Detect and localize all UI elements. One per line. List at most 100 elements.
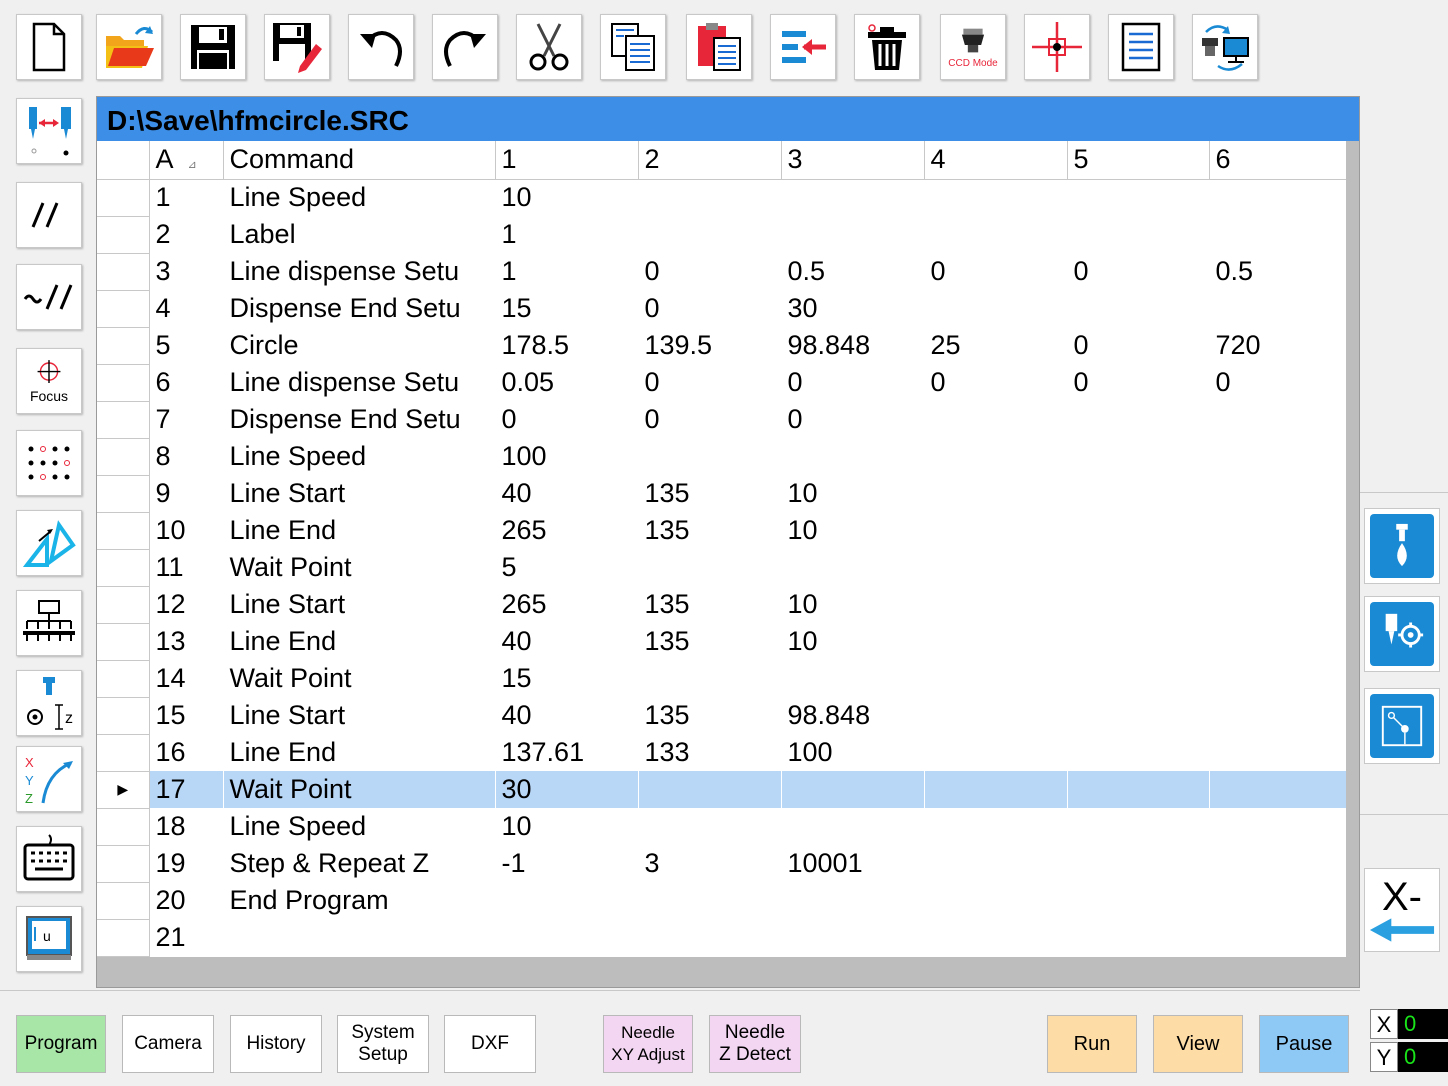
- xyz-path-button[interactable]: XYZ: [16, 746, 82, 812]
- table-row[interactable]: 6 Line dispense Setu 0.05 0 0 0 0 0: [97, 364, 1347, 402]
- program-tab-button[interactable]: Program: [16, 1015, 106, 1073]
- tree-button[interactable]: [16, 590, 82, 656]
- param-6-cell[interactable]: [1209, 179, 1347, 216]
- focus-button[interactable]: Focus: [16, 348, 82, 414]
- param-4-cell[interactable]: [924, 179, 1068, 216]
- param-6-cell[interactable]: [1209, 697, 1347, 734]
- row-index-cell[interactable]: 19: [149, 845, 224, 882]
- param-2-cell[interactable]: [638, 660, 782, 697]
- param-1-cell[interactable]: 265: [495, 586, 639, 623]
- param-5-cell[interactable]: [1067, 549, 1210, 586]
- param-5-cell[interactable]: [1067, 179, 1210, 216]
- param-3-cell[interactable]: [781, 216, 925, 253]
- param-3-cell[interactable]: 98.848: [781, 697, 925, 734]
- param-2-cell[interactable]: 135: [638, 475, 782, 512]
- table-row[interactable]: 8 Line Speed 100: [97, 438, 1347, 476]
- param-6-cell[interactable]: [1209, 512, 1347, 549]
- param-1-cell[interactable]: 137.61: [495, 734, 639, 771]
- table-row[interactable]: 4 Dispense End Setu 15 0 30: [97, 290, 1347, 328]
- param-4-cell[interactable]: [924, 401, 1068, 438]
- run-button[interactable]: Run: [1047, 1015, 1137, 1073]
- command-cell[interactable]: Circle: [223, 327, 496, 364]
- row-index-cell[interactable]: 14: [149, 660, 224, 697]
- parallel-lines-button[interactable]: [16, 182, 82, 248]
- param-4-cell[interactable]: [924, 845, 1068, 882]
- row-selector[interactable]: ▶: [97, 771, 150, 809]
- column-header-5[interactable]: 5: [1067, 141, 1210, 180]
- param-3-cell[interactable]: [781, 771, 925, 808]
- param-2-cell[interactable]: 139.5: [638, 327, 782, 364]
- row-index-cell[interactable]: 2: [149, 216, 224, 253]
- param-2-cell[interactable]: 135: [638, 697, 782, 734]
- param-4-cell[interactable]: [924, 216, 1068, 253]
- row-selector[interactable]: [97, 253, 150, 291]
- param-4-cell[interactable]: [924, 290, 1068, 327]
- param-2-cell[interactable]: 133: [638, 734, 782, 771]
- command-cell[interactable]: Wait Point: [223, 660, 496, 697]
- needle-z-button[interactable]: z: [16, 670, 82, 736]
- param-1-cell[interactable]: 40: [495, 623, 639, 660]
- param-2-cell[interactable]: [638, 808, 782, 845]
- param-5-cell[interactable]: 0: [1067, 364, 1210, 401]
- table-row[interactable]: 3 Line dispense Setu 1 0 0.5 0 0 0.5: [97, 253, 1347, 291]
- param-1-cell[interactable]: 1: [495, 253, 639, 290]
- param-6-cell[interactable]: 0.5: [1209, 253, 1347, 290]
- row-index-cell[interactable]: 10: [149, 512, 224, 549]
- row-selector[interactable]: [97, 549, 150, 587]
- row-index-cell[interactable]: 17: [149, 771, 224, 808]
- command-cell[interactable]: Line End: [223, 734, 496, 771]
- param-6-cell[interactable]: [1209, 771, 1347, 808]
- param-4-cell[interactable]: [924, 919, 1068, 956]
- paste-button[interactable]: [686, 14, 752, 80]
- command-cell[interactable]: Dispense End Setu: [223, 401, 496, 438]
- param-5-cell[interactable]: [1067, 216, 1210, 253]
- table-row[interactable]: 12 Line Start 265 135 10: [97, 586, 1347, 624]
- param-4-cell[interactable]: [924, 512, 1068, 549]
- vertical-scrollbar[interactable]: [1346, 141, 1359, 987]
- param-1-cell[interactable]: 100: [495, 438, 639, 475]
- param-5-cell[interactable]: 0: [1067, 327, 1210, 364]
- row-selector[interactable]: [97, 660, 150, 698]
- param-4-cell[interactable]: [924, 882, 1068, 919]
- view-button[interactable]: View: [1153, 1015, 1243, 1073]
- row-selector[interactable]: [97, 438, 150, 476]
- command-cell[interactable]: Line Speed: [223, 808, 496, 845]
- row-index-cell[interactable]: 13: [149, 623, 224, 660]
- table-row[interactable]: 9 Line Start 40 135 10: [97, 475, 1347, 513]
- command-cell[interactable]: Line dispense Setu: [223, 364, 496, 401]
- table-row[interactable]: 19 Step & Repeat Z -1 3 10001: [97, 845, 1347, 883]
- param-5-cell[interactable]: [1067, 401, 1210, 438]
- param-3-cell[interactable]: [781, 438, 925, 475]
- table-row[interactable]: 11 Wait Point 5: [97, 549, 1347, 587]
- table-row[interactable]: 7 Dispense End Setu 0 0 0: [97, 401, 1347, 439]
- param-5-cell[interactable]: [1067, 771, 1210, 808]
- param-6-cell[interactable]: [1209, 216, 1347, 253]
- table-row[interactable]: ▶ 17 Wait Point 30: [97, 771, 1347, 809]
- table-row[interactable]: 2 Label 1: [97, 216, 1347, 254]
- command-cell[interactable]: Wait Point: [223, 549, 496, 586]
- param-3-cell[interactable]: [781, 179, 925, 216]
- param-5-cell[interactable]: [1067, 808, 1210, 845]
- param-6-cell[interactable]: [1209, 882, 1347, 919]
- param-6-cell[interactable]: [1209, 586, 1347, 623]
- command-cell[interactable]: Line Speed: [223, 179, 496, 216]
- param-1-cell[interactable]: 15: [495, 290, 639, 327]
- param-6-cell[interactable]: [1209, 401, 1347, 438]
- param-1-cell[interactable]: 265: [495, 512, 639, 549]
- delete-button[interactable]: [854, 14, 920, 80]
- param-5-cell[interactable]: [1067, 697, 1210, 734]
- param-4-cell[interactable]: 25: [924, 327, 1068, 364]
- param-5-cell[interactable]: [1067, 475, 1210, 512]
- row-selector[interactable]: [97, 586, 150, 624]
- row-selector[interactable]: [97, 845, 150, 883]
- param-6-cell[interactable]: [1209, 549, 1347, 586]
- row-index-cell[interactable]: 8: [149, 438, 224, 475]
- wave-lines-button[interactable]: [16, 264, 82, 330]
- row-index-cell[interactable]: 12: [149, 586, 224, 623]
- row-index-cell[interactable]: 3: [149, 253, 224, 290]
- param-2-cell[interactable]: 0: [638, 253, 782, 290]
- param-4-cell[interactable]: [924, 697, 1068, 734]
- row-selector[interactable]: [97, 401, 150, 439]
- param-3-cell[interactable]: 10: [781, 586, 925, 623]
- param-3-cell[interactable]: [781, 549, 925, 586]
